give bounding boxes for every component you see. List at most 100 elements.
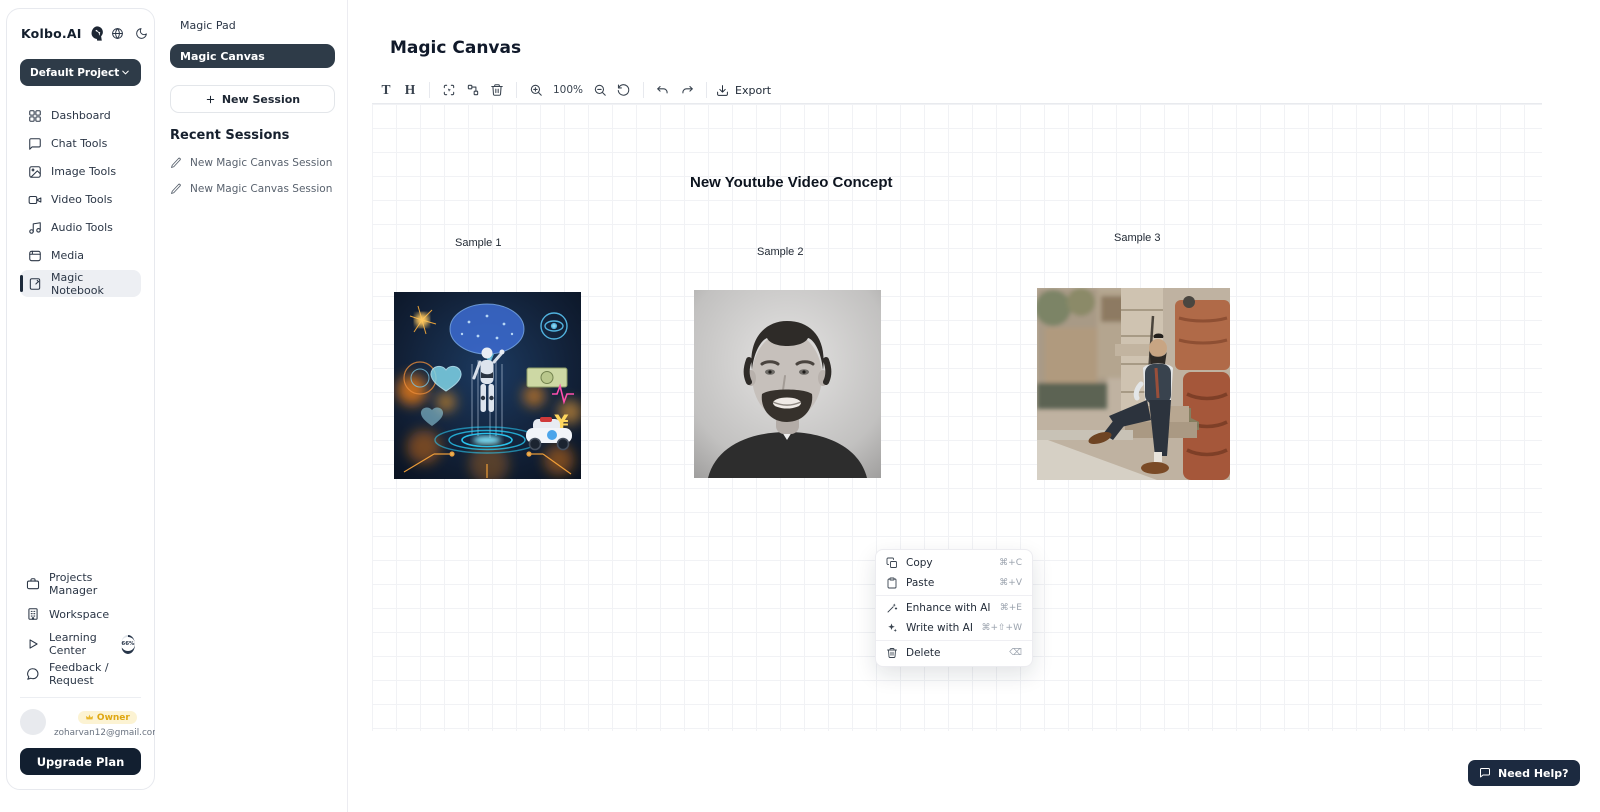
panel-item-magic-pad[interactable]: Magic Pad bbox=[170, 14, 335, 37]
flow-tool-button[interactable] bbox=[461, 78, 485, 102]
text-tool-label: T bbox=[381, 82, 390, 98]
sample-3-image[interactable] bbox=[1037, 288, 1230, 480]
sidebar-item-label: Feedback / Request bbox=[49, 661, 135, 687]
sidebar-item-feedback-request[interactable]: Feedback / Request bbox=[20, 661, 141, 687]
sample-2-image[interactable] bbox=[694, 290, 881, 478]
session-list-item[interactable]: New Magic Canvas Session bbox=[170, 157, 335, 169]
zoom-in-button[interactable] bbox=[524, 78, 548, 102]
heading-tool-button[interactable]: H bbox=[398, 78, 422, 102]
briefcase-icon bbox=[26, 577, 40, 591]
sample-1-image[interactable]: ¥ bbox=[394, 292, 581, 479]
delete-tool-button[interactable] bbox=[485, 78, 509, 102]
select-tool-button[interactable] bbox=[437, 78, 461, 102]
feedback-bubble-icon bbox=[26, 667, 40, 681]
trash-icon bbox=[886, 647, 898, 659]
learning-progress-value: 66% bbox=[121, 637, 135, 651]
sidebar-item-label: Video Tools bbox=[51, 193, 112, 206]
canvas-heading-text[interactable]: New Youtube Video Concept bbox=[690, 174, 893, 191]
sample-1-label[interactable]: Sample 1 bbox=[455, 237, 501, 249]
context-item-shortcut: ⌘+E bbox=[1000, 603, 1022, 613]
user-account-box[interactable]: Owner zoharvan12@gmail.com bbox=[20, 697, 141, 738]
sidebar-item-chat-tools[interactable]: Chat Tools bbox=[20, 130, 141, 157]
upgrade-plan-button[interactable]: Upgrade Plan bbox=[20, 748, 141, 775]
new-session-label: New Session bbox=[222, 93, 300, 106]
context-menu-enhance-with-ai[interactable]: Enhance with AI ⌘+E bbox=[876, 598, 1032, 618]
sidebar-item-media[interactable]: Media bbox=[20, 242, 141, 269]
owner-badge: Owner bbox=[78, 711, 137, 724]
crown-icon bbox=[85, 713, 94, 722]
sidebar: Kolbo.AI Default Project Dashboard Chat … bbox=[6, 8, 155, 790]
sidebar-item-learning-center[interactable]: Learning Center 66% bbox=[20, 631, 141, 657]
building-icon bbox=[26, 607, 40, 621]
copy-icon bbox=[886, 557, 898, 569]
context-menu-divider bbox=[876, 595, 1032, 596]
video-icon bbox=[28, 193, 42, 207]
sidebar-item-label: Projects Manager bbox=[49, 571, 135, 597]
sidebar-item-projects-manager[interactable]: Projects Manager bbox=[20, 571, 141, 597]
context-menu-copy[interactable]: Copy ⌘+C bbox=[876, 553, 1032, 573]
context-item-label: Delete bbox=[906, 647, 941, 659]
context-menu-delete[interactable]: Delete ⌫ bbox=[876, 643, 1032, 663]
sidebar-item-image-tools[interactable]: Image Tools bbox=[20, 158, 141, 185]
context-menu-write-with-ai[interactable]: Write with AI ⌘+⇧+W bbox=[876, 618, 1032, 638]
secondary-nav: Projects Manager Workspace Learning Cent… bbox=[20, 571, 141, 687]
language-globe-icon[interactable] bbox=[111, 27, 124, 40]
chat-icon bbox=[28, 137, 42, 151]
logo-head-icon bbox=[88, 25, 105, 42]
help-chat-icon bbox=[1479, 767, 1491, 779]
pencil-icon bbox=[170, 157, 182, 169]
redo-button[interactable] bbox=[675, 78, 699, 102]
play-icon bbox=[26, 637, 40, 651]
undo-button[interactable] bbox=[651, 78, 675, 102]
chevron-down-icon bbox=[120, 67, 131, 78]
dark-mode-moon-icon[interactable] bbox=[135, 27, 148, 40]
sidebar-item-dashboard[interactable]: Dashboard bbox=[20, 102, 141, 129]
sidebar-item-magic-notebook[interactable]: Magic Notebook bbox=[20, 270, 141, 297]
logo-row: Kolbo.AI bbox=[20, 23, 141, 42]
top-icons bbox=[111, 27, 148, 40]
context-item-label: Enhance with AI bbox=[906, 602, 991, 614]
project-selector[interactable]: Default Project bbox=[20, 59, 141, 86]
toolbar-divider bbox=[516, 82, 517, 98]
export-label: Export bbox=[735, 84, 771, 97]
panel-item-magic-canvas[interactable]: Magic Canvas bbox=[170, 44, 335, 68]
user-email: zoharvan12@gmail.com bbox=[54, 728, 161, 738]
session-item-label: New Magic Canvas Session bbox=[190, 157, 332, 169]
sidebar-item-audio-tools[interactable]: Audio Tools bbox=[20, 214, 141, 241]
sidebar-item-label: Workspace bbox=[49, 608, 109, 621]
new-session-button[interactable]: New Session bbox=[170, 85, 335, 113]
recent-sessions-heading: Recent Sessions bbox=[170, 128, 335, 143]
zoom-out-button[interactable] bbox=[588, 78, 612, 102]
sidebar-item-workspace[interactable]: Workspace bbox=[20, 601, 141, 627]
sidebar-item-label: Learning Center bbox=[49, 631, 109, 657]
sidebar-item-video-tools[interactable]: Video Tools bbox=[20, 186, 141, 213]
session-list-item[interactable]: New Magic Canvas Session bbox=[170, 183, 335, 195]
context-menu-paste[interactable]: Paste ⌘+V bbox=[876, 573, 1032, 593]
need-help-button[interactable]: Need Help? bbox=[1468, 760, 1580, 786]
image-icon bbox=[28, 165, 42, 179]
context-item-label: Copy bbox=[906, 557, 933, 569]
pencil-icon bbox=[170, 183, 182, 195]
context-item-shortcut: ⌘+⇧+W bbox=[981, 623, 1022, 633]
reset-rotation-button[interactable] bbox=[612, 78, 636, 102]
export-button[interactable]: Export bbox=[716, 84, 771, 97]
session-panel: Magic Pad Magic Canvas New Session Recen… bbox=[155, 0, 348, 812]
download-icon bbox=[716, 84, 729, 97]
context-item-shortcut: ⌘+V bbox=[999, 578, 1022, 588]
sample-3-label[interactable]: Sample 3 bbox=[1114, 232, 1160, 244]
sidebar-item-label: Dashboard bbox=[51, 109, 111, 122]
primary-nav: Dashboard Chat Tools Image Tools Video T… bbox=[20, 102, 141, 297]
notebook-icon bbox=[28, 277, 42, 291]
context-menu: Copy ⌘+C Paste ⌘+V Enhance with AI ⌘+E W… bbox=[875, 549, 1033, 667]
user-meta: Owner zoharvan12@gmail.com bbox=[54, 707, 161, 738]
text-tool-button[interactable]: T bbox=[374, 78, 398, 102]
need-help-label: Need Help? bbox=[1498, 767, 1569, 780]
owner-badge-label: Owner bbox=[97, 713, 130, 723]
sample-2-label[interactable]: Sample 2 bbox=[757, 246, 803, 258]
sidebar-item-label: Image Tools bbox=[51, 165, 116, 178]
sidebar-item-label: Media bbox=[51, 249, 84, 262]
media-icon bbox=[28, 249, 42, 263]
magic-canvas-grid[interactable]: New Youtube Video Concept Sample 1 Sampl… bbox=[372, 103, 1542, 731]
magic-wand-icon bbox=[886, 602, 898, 614]
main-area: Magic Canvas T H 100% Export New Youtube… bbox=[348, 0, 1600, 812]
